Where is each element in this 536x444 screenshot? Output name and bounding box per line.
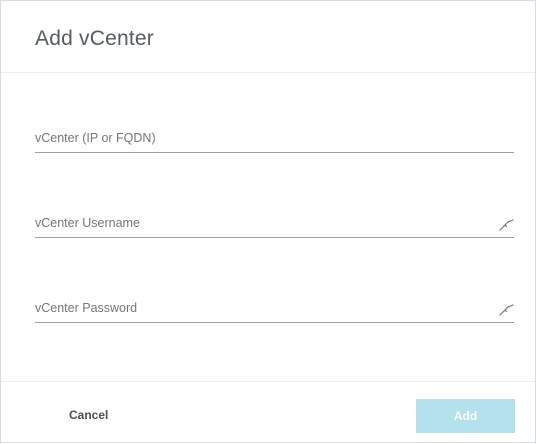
key-icon[interactable] [499, 301, 515, 317]
vcenter-username-field[interactable] [35, 210, 515, 250]
vcenter-password-field[interactable] [35, 295, 515, 335]
vcenter-username-input[interactable] [35, 210, 505, 236]
dialog-footer: Cancel Add [1, 381, 535, 444]
vcenter-password-underline [35, 322, 514, 323]
vcenter-host-underline [35, 152, 514, 153]
vcenter-password-input[interactable] [35, 295, 505, 321]
dialog-title: Add vCenter [35, 27, 154, 50]
cancel-button[interactable]: Cancel [69, 408, 108, 422]
add-vcenter-dialog: Add vCenter Cancel Add [0, 0, 536, 443]
key-icon[interactable] [499, 216, 515, 232]
vcenter-username-underline [35, 237, 514, 238]
vcenter-host-input[interactable] [35, 125, 505, 151]
add-button[interactable]: Add [416, 399, 515, 433]
vcenter-host-field[interactable] [35, 125, 515, 165]
dialog-header: Add vCenter [1, 1, 535, 73]
